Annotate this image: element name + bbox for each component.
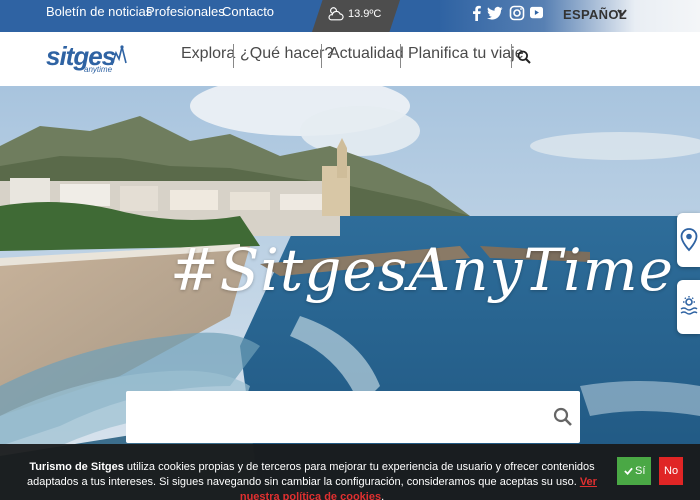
nav-divider: [511, 44, 512, 68]
search-icon[interactable]: [517, 50, 531, 64]
cookie-text-end: .: [381, 491, 385, 500]
newsletter-link[interactable]: Boletín de noticias: [46, 4, 152, 19]
nav-divider: [233, 44, 234, 68]
cloud-sun-icon: [328, 7, 344, 21]
cookie-reject-button[interactable]: No: [659, 457, 683, 485]
cookie-accept-button[interactable]: Sí: [617, 457, 651, 485]
hero-search-input[interactable]: [138, 403, 538, 431]
nav-divider: [321, 44, 322, 68]
chevron-down-icon[interactable]: [617, 7, 627, 19]
weather-temperature: 13.9ºC: [348, 8, 382, 20]
facebook-icon[interactable]: [469, 5, 485, 21]
hero-banner: #SitgesAnyTime: [0, 86, 700, 500]
map-location-button[interactable]: [677, 213, 700, 267]
twitter-icon[interactable]: [487, 5, 503, 21]
search-icon[interactable]: [553, 407, 573, 427]
professionals-link[interactable]: Profesionales: [146, 4, 225, 19]
nav-que-hacer[interactable]: ¿Qué hacer?: [240, 45, 333, 63]
nav-actualidad[interactable]: Actualidad: [329, 45, 404, 63]
logo-subtext: anytime: [84, 65, 113, 74]
cookie-message: Turismo de Sitges utiliza cookies propia…: [18, 460, 606, 500]
top-utility-bar: Boletín de noticias Profesionales Contac…: [0, 0, 700, 32]
hero-hashtag: #SitgesAnyTime: [170, 236, 674, 304]
main-navbar: sitges anytime Explora ¿Qué hacer? Actua…: [0, 32, 700, 86]
nav-planifica[interactable]: Planifica tu viaje: [408, 45, 524, 63]
sitges-logo[interactable]: sitges anytime: [46, 41, 130, 77]
cookie-reject-label: No: [664, 465, 679, 477]
weather-beach-button[interactable]: [677, 280, 700, 334]
youtube-icon[interactable]: [530, 6, 543, 19]
cookie-accept-label: Sí: [635, 465, 646, 477]
logo-mark-icon: [111, 45, 127, 66]
instagram-icon[interactable]: [509, 5, 525, 21]
cookie-banner: Turismo de Sitges utiliza cookies propia…: [0, 444, 700, 500]
nav-divider: [400, 44, 401, 68]
map-pin-icon: [680, 228, 698, 252]
sun-waves-icon: [680, 296, 698, 315]
hero-search-box: [126, 391, 580, 443]
contact-link[interactable]: Contacto: [222, 4, 274, 19]
weather-widget: 13.9ºC: [312, 0, 400, 32]
nav-explora[interactable]: Explora: [181, 45, 235, 63]
cookie-brand: Turismo de Sitges: [29, 461, 124, 473]
check-icon: [624, 467, 633, 475]
